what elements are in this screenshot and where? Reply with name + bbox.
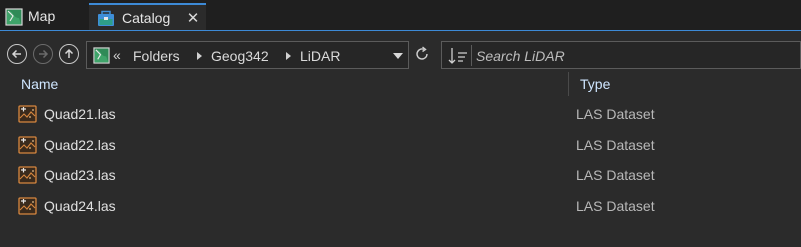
list-item[interactable]: Quad24.las LAS Dataset	[0, 191, 801, 221]
list-item[interactable]: Quad22.las LAS Dataset	[0, 130, 801, 160]
close-icon[interactable]: ✕	[184, 9, 202, 27]
tab-map[interactable]: Map	[0, 3, 88, 29]
file-name: Quad22.las	[44, 137, 116, 153]
arrow-right-icon	[39, 49, 49, 59]
file-type: LAS Dataset	[576, 137, 655, 153]
file-type: LAS Dataset	[576, 106, 655, 122]
search-input[interactable]	[476, 46, 794, 65]
map-icon	[5, 8, 23, 26]
list-item[interactable]: Quad21.las LAS Dataset	[0, 99, 801, 129]
chevron-right-icon[interactable]	[197, 52, 202, 60]
las-dataset-icon	[18, 136, 37, 154]
las-dataset-icon	[18, 197, 37, 215]
tab-underline	[0, 30, 801, 31]
file-type: LAS Dataset	[576, 198, 655, 214]
list-item[interactable]: Quad23.las LAS Dataset	[0, 160, 801, 190]
file-name: Quad23.las	[44, 167, 116, 183]
divider	[471, 45, 472, 66]
chevron-down-icon[interactable]	[393, 53, 403, 59]
column-header-type[interactable]: Type	[580, 71, 610, 97]
las-dataset-icon	[18, 105, 37, 123]
arrow-up-icon	[64, 48, 74, 58]
file-type: LAS Dataset	[576, 167, 655, 183]
sort-icon[interactable]	[446, 45, 470, 67]
breadcrumb-overflow-button[interactable]: «	[113, 47, 121, 63]
forward-button[interactable]	[33, 44, 53, 64]
file-name: Quad21.las	[44, 106, 116, 122]
breadcrumb-item-folders[interactable]: Folders	[133, 48, 180, 64]
search-box	[441, 41, 801, 69]
arrow-left-icon	[11, 49, 21, 59]
back-button[interactable]	[7, 44, 27, 64]
tab-catalog-label: Catalog	[122, 10, 171, 26]
chevron-right-icon[interactable]	[286, 52, 291, 60]
refresh-button[interactable]	[412, 44, 432, 64]
map-icon	[93, 47, 110, 64]
breadcrumb[interactable]: « Folders Geog342 LiDAR	[86, 41, 409, 69]
tab-map-label: Map	[28, 8, 56, 24]
up-button[interactable]	[59, 44, 79, 64]
column-header-name[interactable]: Name	[21, 71, 58, 97]
tab-catalog[interactable]: Catalog ✕	[89, 3, 206, 32]
file-name: Quad24.las	[44, 198, 116, 214]
refresh-icon	[416, 46, 428, 60]
las-dataset-icon	[18, 166, 37, 184]
tab-strip: Map Catalog ✕	[0, 0, 801, 32]
catalog-icon	[98, 10, 114, 26]
breadcrumb-item-geog342[interactable]: Geog342	[211, 48, 269, 64]
column-divider[interactable]	[568, 72, 569, 96]
breadcrumb-item-lidar[interactable]: LiDAR	[300, 48, 340, 64]
